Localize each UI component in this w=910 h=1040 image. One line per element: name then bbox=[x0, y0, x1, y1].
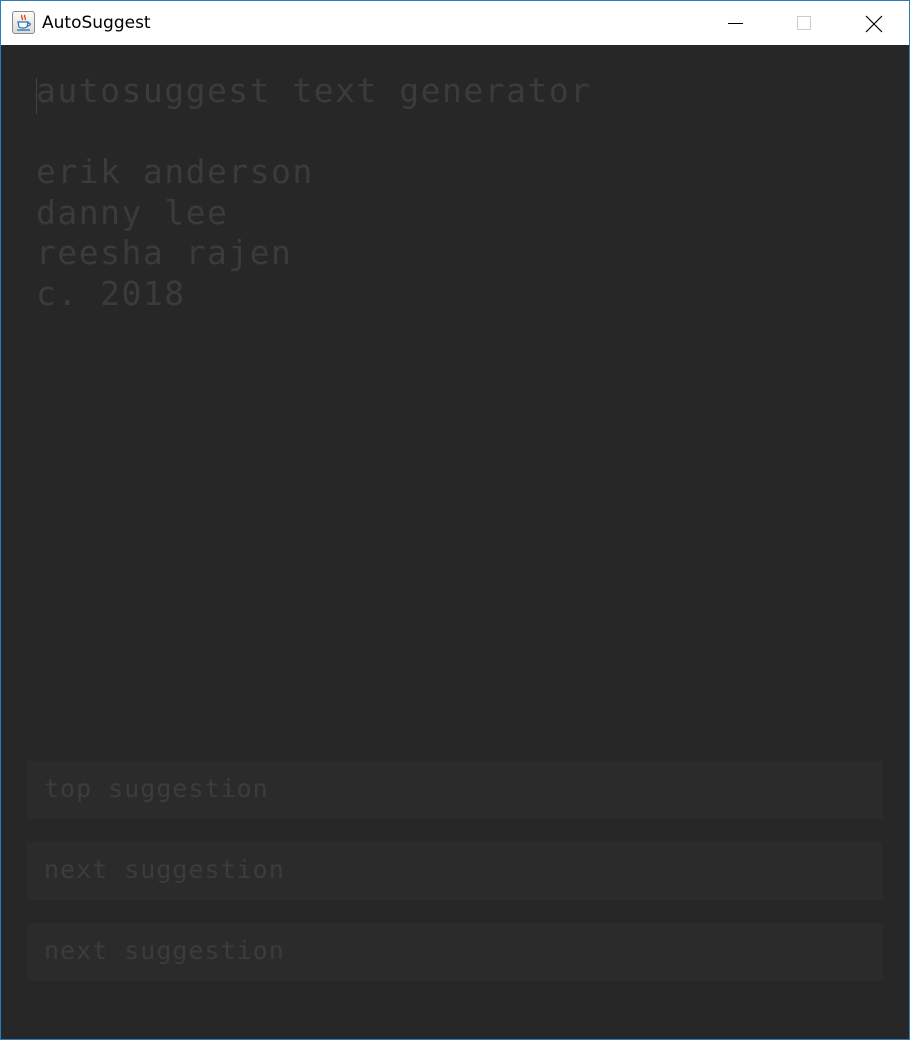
text-editor[interactable]: autosuggest text generator erik anderson… bbox=[36, 71, 590, 344]
editor-line: erik anderson bbox=[36, 152, 314, 191]
close-button[interactable] bbox=[839, 1, 907, 45]
suggestion-label: next suggestion bbox=[44, 855, 285, 884]
top-suggestion-button[interactable]: top suggestion bbox=[27, 761, 883, 819]
editor-line: c. 2018 bbox=[36, 274, 186, 313]
editor-line: danny lee bbox=[36, 193, 229, 232]
main-content: autosuggest text generator erik anderson… bbox=[1, 45, 909, 1039]
close-icon bbox=[865, 15, 883, 33]
minimize-button[interactable] bbox=[701, 1, 769, 45]
next-suggestion-button[interactable]: next suggestion bbox=[27, 923, 883, 981]
suggestion-label: next suggestion bbox=[44, 936, 285, 965]
next-suggestion-button[interactable]: next suggestion bbox=[27, 842, 883, 900]
window-title: AutoSuggest bbox=[42, 13, 151, 33]
java-cup-icon[interactable] bbox=[12, 11, 35, 34]
minimize-icon bbox=[728, 23, 743, 24]
suggestion-label: top suggestion bbox=[44, 774, 269, 803]
app-window: AutoSuggest autosuggest text generator e… bbox=[0, 0, 910, 1040]
title-bar[interactable]: AutoSuggest bbox=[1, 1, 909, 45]
maximize-button[interactable] bbox=[770, 1, 838, 45]
editor-line: reesha rajen bbox=[36, 233, 293, 272]
editor-title-line: autosuggest text generator bbox=[36, 71, 592, 110]
maximize-icon bbox=[797, 16, 811, 30]
